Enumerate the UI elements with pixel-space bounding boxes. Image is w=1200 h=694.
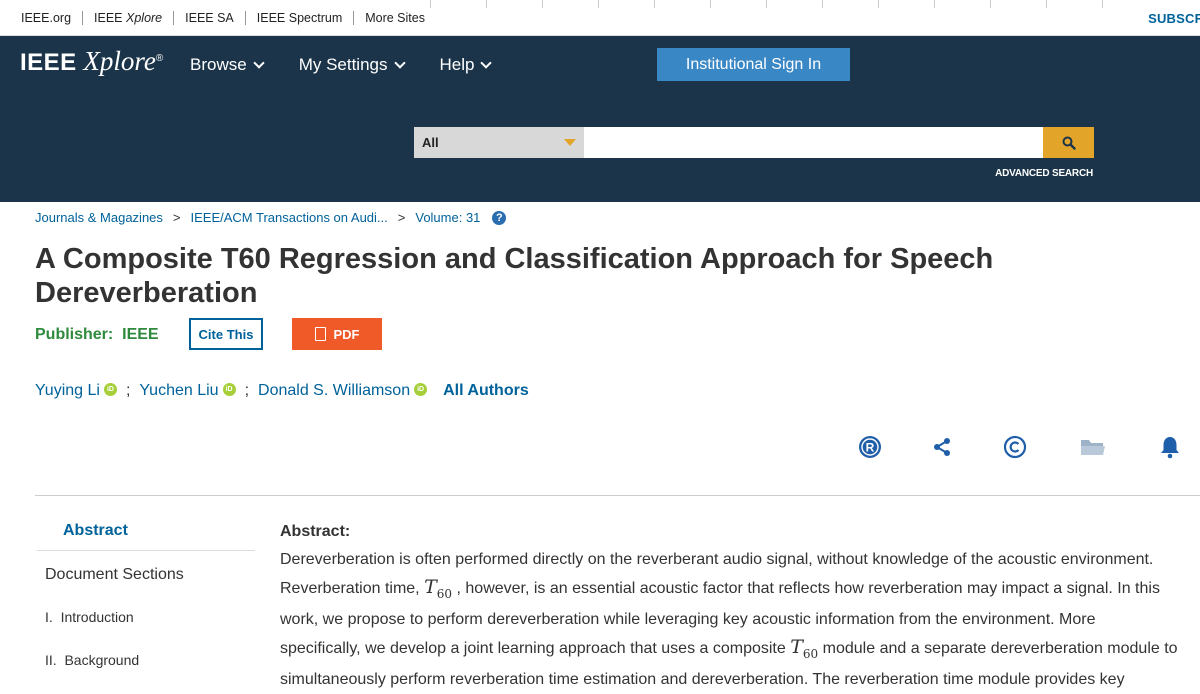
author-link[interactable]: Yuchen Liu (139, 382, 218, 400)
institutional-sign-in-button[interactable]: Institutional Sign In (657, 48, 850, 81)
abstract-body: Dereverberation is often performed direc… (280, 547, 1180, 694)
orcid-icon[interactable]: iD (222, 382, 236, 396)
nav-help-label: Help (439, 55, 475, 74)
publisher-name: IEEE (122, 326, 159, 343)
section-divider (35, 495, 1200, 496)
link-ieee-xplore[interactable]: IEEE Xplore (83, 11, 175, 25)
abstract-line: Reverberation time, T60 , however, is an… (280, 574, 1180, 607)
orcid-icon[interactable]: iD (103, 382, 117, 396)
sidebar-item-background[interactable]: II. Background (45, 652, 139, 668)
link-more-sites[interactable]: More Sites (354, 11, 436, 25)
nav-my-settings-label: My Settings (298, 55, 388, 74)
nav-help[interactable]: Help (439, 55, 493, 75)
link-ieee-spectrum[interactable]: IEEE Spectrum (246, 11, 355, 25)
chevron-down-icon (393, 57, 406, 69)
nav-browse-label: Browse (190, 55, 247, 74)
abstract-text: module and a separate dereverberation mo… (822, 639, 1178, 657)
nav-browse[interactable]: Browse (190, 55, 265, 75)
pdf-file-icon (314, 327, 326, 341)
publisher-label: Publisher: (35, 326, 114, 343)
breadcrumb-separator: > (397, 210, 406, 225)
logo-ieee: IEEE (20, 49, 77, 76)
sidebar-item-introduction[interactable]: I. Introduction (45, 609, 134, 625)
page-title: A Composite T60 Regression and Classific… (35, 243, 994, 309)
pdf-button[interactable]: PDF (292, 318, 382, 350)
author-list: Yuying Li iD ; Yuchen Liu iD ; Donald S. W… (35, 382, 529, 400)
document-sections-label: Document Sections (45, 566, 184, 583)
t60-math: T60 (790, 635, 819, 661)
sidebar-item-abstract[interactable]: Abstract (63, 522, 128, 540)
publisher-line: Publisher: IEEE (35, 326, 159, 344)
section-label: Background (64, 652, 140, 668)
abstract-line: Dereverberation is often performed direc… (280, 551, 1154, 568)
search-scope-select[interactable]: All (414, 127, 584, 158)
folder-icon[interactable] (1078, 434, 1108, 460)
abstract-text: , however, is an essential acoustic fact… (456, 579, 1160, 597)
subscribe-link[interactable]: SUBSCRI (1148, 11, 1200, 26)
section-number: I. (45, 609, 53, 625)
breadcrumb: Journals & Magazines > IEEE/ACM Transact… (35, 210, 507, 225)
abstract-heading: Abstract: (280, 523, 351, 540)
rights-icon[interactable]: R (857, 434, 883, 460)
link-ieee-org[interactable]: IEEE.org (10, 11, 84, 25)
nav-my-settings[interactable]: My Settings (298, 55, 406, 75)
cite-this-button[interactable]: Cite This (189, 318, 263, 350)
section-number: II. (45, 652, 57, 668)
bell-icon[interactable] (1157, 434, 1183, 460)
search-input[interactable] (584, 127, 1043, 158)
logo-reg: ® (155, 53, 164, 64)
link-ieee-sa[interactable]: IEEE SA (174, 11, 246, 25)
logo-xplore: Xplore (83, 46, 156, 76)
search-icon (1062, 136, 1076, 150)
copyright-icon[interactable] (1002, 434, 1028, 460)
abstract-line: specifically, we develop a joint learnin… (280, 634, 1180, 667)
breadcrumb-volume[interactable]: Volume: 31 (415, 210, 480, 225)
all-authors-link[interactable]: All Authors (443, 382, 529, 400)
search-scope-value: All (422, 135, 439, 150)
search-button[interactable] (1043, 127, 1094, 158)
author-link[interactable]: Donald S. Williamson (258, 382, 410, 400)
site-header: IEEE Xplore® Browse My Settings Help Ins… (0, 36, 1200, 202)
svg-text:R: R (866, 441, 875, 455)
breadcrumb-transactions[interactable]: IEEE/ACM Transactions on Audi... (191, 210, 388, 225)
search-bar: All (414, 127, 1094, 158)
author-link[interactable]: Yuying Li (35, 382, 100, 400)
article-tools: R (0, 434, 1200, 464)
top-ruler-ticks (430, 0, 1200, 8)
chevron-down-icon (253, 57, 265, 69)
pdf-button-label: PDF (333, 326, 360, 342)
author-separator: ; (125, 382, 131, 399)
breadcrumb-journals[interactable]: Journals & Magazines (35, 210, 163, 225)
ieee-sites-links: IEEE.org IEEE Xplore IEEE SA IEEE Spectr… (10, 0, 436, 36)
breadcrumb-separator: > (172, 210, 181, 225)
ieee-xplore-logo[interactable]: IEEE Xplore® (20, 46, 163, 77)
section-label: Introduction (60, 609, 134, 625)
share-icon[interactable] (929, 434, 955, 460)
abstract-text: specifically, we develop a joint learnin… (280, 639, 786, 657)
advanced-search-link[interactable]: ADVANCED SEARCH (995, 168, 1093, 179)
orcid-icon[interactable]: iD (414, 382, 428, 396)
main-nav: Browse My Settings Help (190, 55, 526, 75)
top-utility-bar: IEEE.org IEEE Xplore IEEE SA IEEE Spectr… (0, 0, 1200, 36)
help-icon[interactable]: ? (492, 210, 507, 225)
abstract-text: Reverberation time, (280, 579, 420, 597)
dropdown-arrow-icon (564, 139, 576, 146)
abstract-line: work, we propose to perform dereverberat… (280, 610, 1096, 628)
author-separator: ; (244, 382, 250, 399)
sidebar-divider (37, 550, 255, 551)
t60-math: T60 (424, 575, 453, 601)
chevron-down-icon (480, 57, 493, 69)
